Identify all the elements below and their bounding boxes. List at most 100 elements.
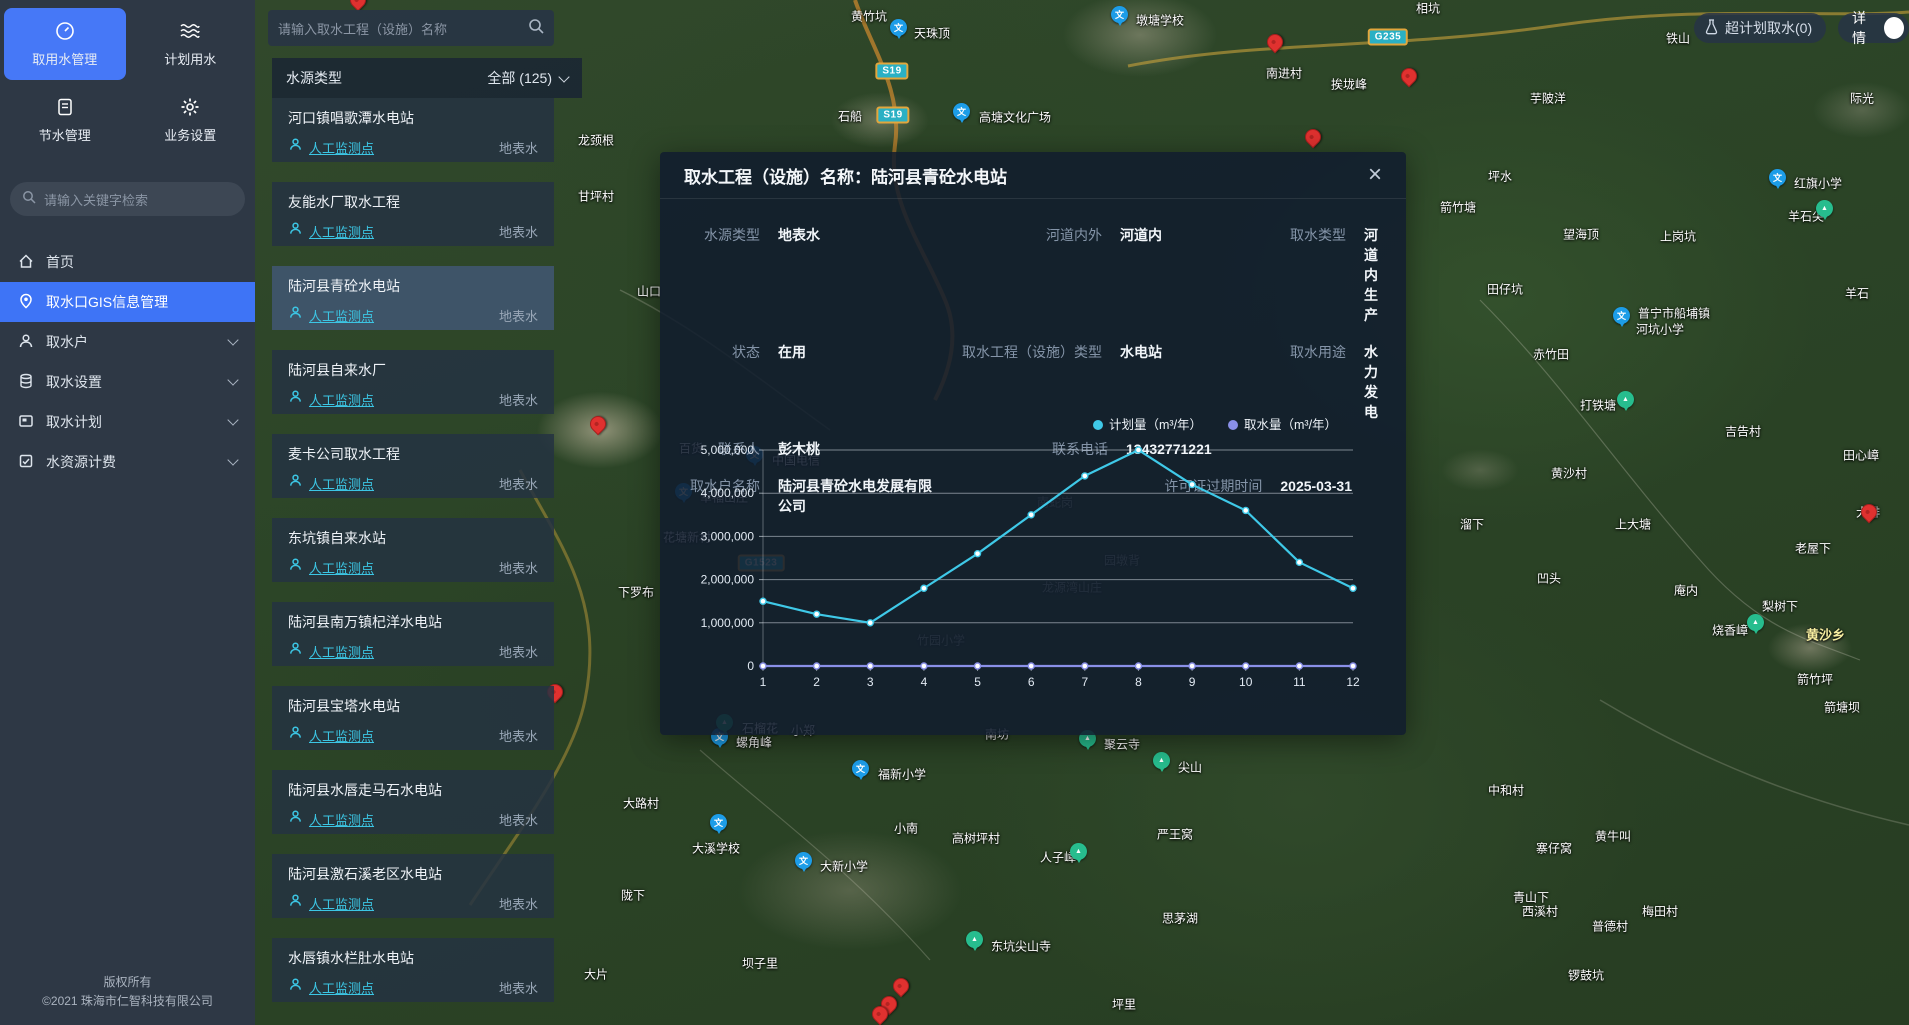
map-nature-marker[interactable]: ▲: [1617, 391, 1634, 408]
map-nature-marker[interactable]: ▲: [1153, 752, 1170, 769]
map-school-marker[interactable]: 文: [795, 852, 812, 869]
map-place-label: 天珠顶: [914, 25, 950, 42]
map-place-label: 东坑尖山寺: [991, 938, 1051, 955]
map-school-marker[interactable]: 文: [1613, 307, 1630, 324]
field-pair: 河道内外河道内: [932, 225, 1254, 325]
sidebar-item[interactable]: 取水口GIS信息管理: [0, 282, 255, 322]
map-place-label: 坪水: [1488, 168, 1512, 185]
sidebar-item[interactable]: 取水计划: [0, 402, 255, 442]
person-icon: [288, 137, 303, 157]
map-pin-marker[interactable]: [890, 975, 913, 998]
person-icon: [288, 725, 303, 745]
station-name: 麦卡公司取水工程: [288, 444, 538, 464]
station-list-item[interactable]: 陆河县南万镇杞洋水电站人工监测点地表水: [272, 602, 554, 666]
monitor-type-link[interactable]: 人工监测点: [309, 306, 374, 325]
map-nature-marker[interactable]: ▲: [1747, 614, 1764, 631]
sidebar-item[interactable]: 水资源计费: [0, 442, 255, 482]
monitor-type-link[interactable]: 人工监测点: [309, 978, 374, 997]
water-source-type: 地表水: [499, 726, 538, 745]
map-nature-marker[interactable]: ▲: [1070, 843, 1087, 860]
gear-icon: [180, 97, 200, 117]
person-icon: [288, 221, 303, 241]
search-icon[interactable]: [528, 18, 544, 39]
map-nature-marker[interactable]: ▲: [1816, 200, 1833, 217]
monitor-type-link[interactable]: 人工监测点: [309, 642, 374, 661]
water-source-filter[interactable]: 水源类型 全部 (125): [272, 58, 582, 98]
station-list-item[interactable]: 麦卡公司取水工程人工监测点地表水: [272, 434, 554, 498]
map-place-label: 甘坪村: [578, 188, 614, 205]
monitor-type-link[interactable]: 人工监测点: [309, 138, 374, 157]
chevron-down-icon: [227, 454, 238, 465]
sidebar-search-input[interactable]: 请输入关键字检索: [10, 182, 245, 216]
water-source-type: 地表水: [499, 642, 538, 661]
station-list-item[interactable]: 陆河县自来水厂人工监测点地表水: [272, 350, 554, 414]
map-nature-marker[interactable]: ▲: [966, 931, 983, 948]
map-pin-marker[interactable]: [1398, 65, 1421, 88]
monitor-type-link[interactable]: 人工监测点: [309, 558, 374, 577]
map-pin-marker[interactable]: [587, 413, 610, 436]
map-school-marker[interactable]: 文: [953, 103, 970, 120]
svg-text:12: 12: [1346, 675, 1360, 689]
filter-label: 水源类型: [286, 68, 342, 88]
module-label: 业务设置: [164, 125, 216, 144]
station-list-item[interactable]: 河口镇唱歌潭水电站人工监测点地表水: [272, 98, 554, 162]
sidebar-item-label: 取水口GIS信息管理: [46, 292, 168, 312]
map-place-label: 思茅湖: [1162, 910, 1198, 927]
svg-text:10: 10: [1239, 675, 1253, 689]
person-icon: [288, 977, 303, 997]
map-school-marker[interactable]: 文: [1769, 169, 1786, 186]
filter-value[interactable]: 全部 (125): [487, 68, 552, 88]
map-school-marker[interactable]: 文: [1111, 6, 1128, 23]
module-button-2[interactable]: 计划用水: [130, 8, 252, 80]
monitor-type-link[interactable]: 人工监测点: [309, 474, 374, 493]
map-place-label: 西溪村: [1522, 903, 1558, 920]
map-place-label: 尖山: [1178, 759, 1202, 776]
module-button-3[interactable]: 节水管理: [4, 84, 126, 156]
detail-toggle-pill[interactable]: 详情: [1838, 13, 1909, 43]
monitor-type-link[interactable]: 人工监测点: [309, 390, 374, 409]
map-school-marker[interactable]: 文: [852, 760, 869, 777]
person-icon: [288, 893, 303, 913]
station-list-item[interactable]: 陆河县宝塔水电站人工监测点地表水: [272, 686, 554, 750]
svg-text:3,000,000: 3,000,000: [701, 529, 755, 543]
map-place-label: 铁山: [1666, 30, 1690, 47]
station-list-item[interactable]: 陆河县激石溪老区水电站人工监测点地表水: [272, 854, 554, 918]
close-icon[interactable]: ×: [1368, 163, 1382, 187]
module-button-4[interactable]: 业务设置: [130, 84, 252, 156]
sidebar-item[interactable]: 取水户: [0, 322, 255, 362]
chevron-down-icon: [227, 374, 238, 385]
monitor-type-link[interactable]: 人工监测点: [309, 894, 374, 913]
over-plan-water-button[interactable]: 超计划取水(0): [1694, 13, 1826, 43]
station-list-item[interactable]: 陆河县青砼水电站人工监测点地表水: [272, 266, 554, 330]
station-list-item[interactable]: 东坑镇自来水站人工监测点地表水: [272, 518, 554, 582]
svg-text:2: 2: [813, 675, 820, 689]
module-button-1[interactable]: 取用水管理: [4, 8, 126, 80]
map-school-marker[interactable]: 文: [890, 19, 907, 36]
monitor-type-link[interactable]: 人工监测点: [309, 726, 374, 745]
field-value: 地表水: [778, 225, 820, 245]
copyright: 版权所有 ©2021 珠海市仁智科技有限公司: [0, 973, 255, 1011]
map-place-label: 聚云寺: [1104, 736, 1140, 753]
station-search-input[interactable]: 请输入取水工程（设施）名称: [268, 10, 554, 46]
water-source-type: 地表水: [499, 222, 538, 241]
station-list-item[interactable]: 陆河县水唇走马石水电站人工监测点地表水: [272, 770, 554, 834]
module-switcher: 取用水管理计划用水节水管理业务设置: [0, 0, 255, 160]
station-list-item[interactable]: 水唇镇水栏肚水电站人工监测点地表水: [272, 938, 554, 1002]
map-school-marker[interactable]: 文: [710, 814, 727, 831]
map-place-label: 墩塘学校: [1136, 12, 1184, 29]
monitor-type-link[interactable]: 人工监测点: [309, 222, 374, 241]
map-pin-marker[interactable]: [1264, 31, 1287, 54]
station-list-item[interactable]: 友能水厂取水工程人工监测点地表水: [272, 182, 554, 246]
svg-text:0: 0: [747, 659, 754, 673]
detail-label: 详情: [1852, 8, 1877, 48]
map-pin-marker[interactable]: [1302, 126, 1325, 149]
monitor-type-link[interactable]: 人工监测点: [309, 810, 374, 829]
sidebar-item[interactable]: 取水设置: [0, 362, 255, 402]
map-place-label: 吉告村: [1725, 423, 1761, 440]
detail-toggle-switch[interactable]: [1884, 17, 1904, 39]
sidebar-item[interactable]: 首页: [0, 242, 255, 282]
map-place-label: 老屋下: [1795, 540, 1831, 557]
map-place-label: 黄牛叫: [1595, 828, 1631, 845]
person-icon: [288, 809, 303, 829]
svg-text:1: 1: [760, 675, 767, 689]
